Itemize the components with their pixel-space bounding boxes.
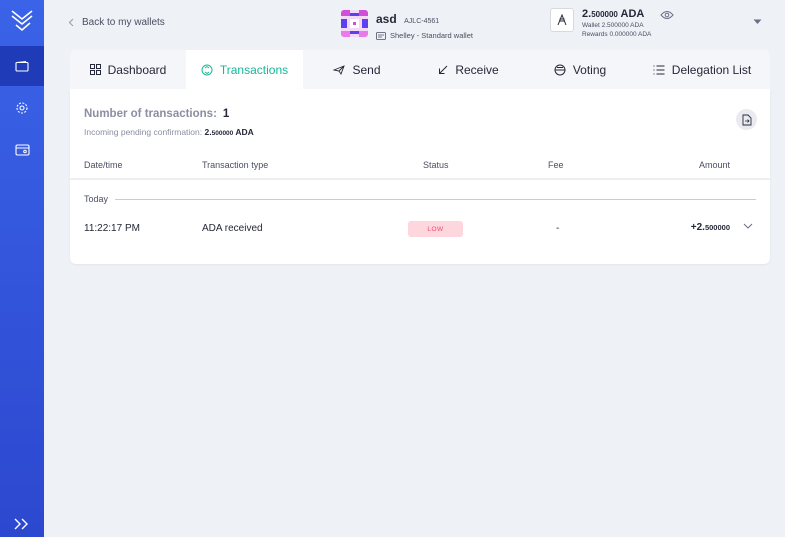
grid-icon	[89, 64, 101, 75]
wallet-avatar	[341, 10, 368, 37]
tab-receive[interactable]: Receive	[411, 50, 526, 89]
header-fee: Fee	[548, 160, 564, 170]
tx-type: ADA received	[202, 223, 263, 234]
wallet-plate: AJLC-4561	[404, 18, 440, 25]
header-datetime: Date/time	[84, 160, 123, 170]
tab-transactions[interactable]: Transactions	[186, 50, 303, 89]
day-divider	[115, 199, 756, 200]
tab-label: Receive	[455, 62, 499, 77]
tx-amount: +2.500000	[690, 222, 730, 233]
wallet-balance: 2.500000 ADA Wallet 2.500000 ADA Rewards…	[550, 8, 651, 38]
tab-dashboard[interactable]: Dashboard	[70, 50, 186, 89]
gear-icon	[16, 102, 28, 114]
header-amount: Amount	[699, 160, 731, 170]
voting-icon	[554, 64, 566, 75]
balance-wallet: Wallet 2.500000 ADA	[582, 22, 644, 29]
pending-confirmation: Incoming pending confirmation: 2.500000 …	[84, 127, 254, 137]
tab-delegation-list[interactable]: Delegation List	[634, 50, 770, 89]
receive-icon	[439, 65, 448, 74]
back-label: Back to my wallets	[82, 17, 165, 28]
back-to-wallets-link[interactable]: Back to my wallets	[68, 17, 165, 28]
tab-label: Voting	[572, 62, 607, 77]
wallet-icon	[15, 60, 29, 72]
yoroi-logo-icon[interactable]	[10, 8, 34, 32]
card-icon	[14, 144, 30, 156]
sidebar	[0, 0, 44, 537]
status-badge: LOW	[408, 221, 463, 237]
wallet-type: Shelley - Standard wallet	[390, 31, 473, 40]
send-icon	[333, 64, 346, 75]
sidebar-item-settings[interactable]	[0, 88, 44, 128]
expand-sidebar-icon[interactable]	[13, 517, 31, 531]
header-status: Status	[423, 160, 449, 170]
export-transactions-button[interactable]	[736, 109, 757, 130]
header-type: Transaction type	[202, 160, 269, 170]
tx-fee: -	[556, 223, 560, 234]
tx-time: 11:22:17 PM	[84, 223, 140, 234]
ada-symbol-icon	[550, 8, 574, 32]
sidebar-item-assets[interactable]	[0, 130, 44, 170]
chevron-left-icon	[68, 18, 74, 27]
tab-voting[interactable]: Voting	[526, 50, 634, 89]
balance-total: 2.500000 ADA	[582, 8, 645, 20]
list-icon	[653, 65, 665, 74]
chevron-down-icon[interactable]	[753, 19, 762, 25]
transactions-panel: Number of transactions: 1 Incoming pendin…	[70, 89, 770, 264]
top-bar: Back to my wallets asd AJLC-4561 Shelley…	[44, 0, 785, 48]
transaction-count: Number of transactions: 1	[84, 108, 230, 120]
balance-rewards: Rewards 0.000000 ADA	[582, 31, 652, 38]
transactions-icon	[201, 64, 213, 75]
tab-label: Transactions	[219, 62, 289, 77]
header-divider	[70, 178, 770, 180]
export-file-icon	[742, 114, 751, 125]
tab-label: Send	[352, 62, 381, 77]
day-label: Today	[84, 194, 109, 204]
tab-label: Delegation List	[671, 62, 752, 77]
eye-icon[interactable]	[660, 10, 674, 20]
wallet-info[interactable]: asd AJLC-4561 Shelley - Standard wallet	[341, 10, 473, 40]
wallet-tabs: Dashboard Transactions Send Receive Voti…	[70, 50, 770, 89]
wallet-type-icon	[376, 31, 386, 40]
tab-send[interactable]: Send	[303, 50, 411, 89]
sidebar-item-wallets[interactable]	[0, 46, 44, 86]
chevron-down-icon[interactable]	[743, 223, 753, 229]
wallet-name: asd	[376, 12, 397, 26]
tab-label: Dashboard	[107, 62, 167, 77]
